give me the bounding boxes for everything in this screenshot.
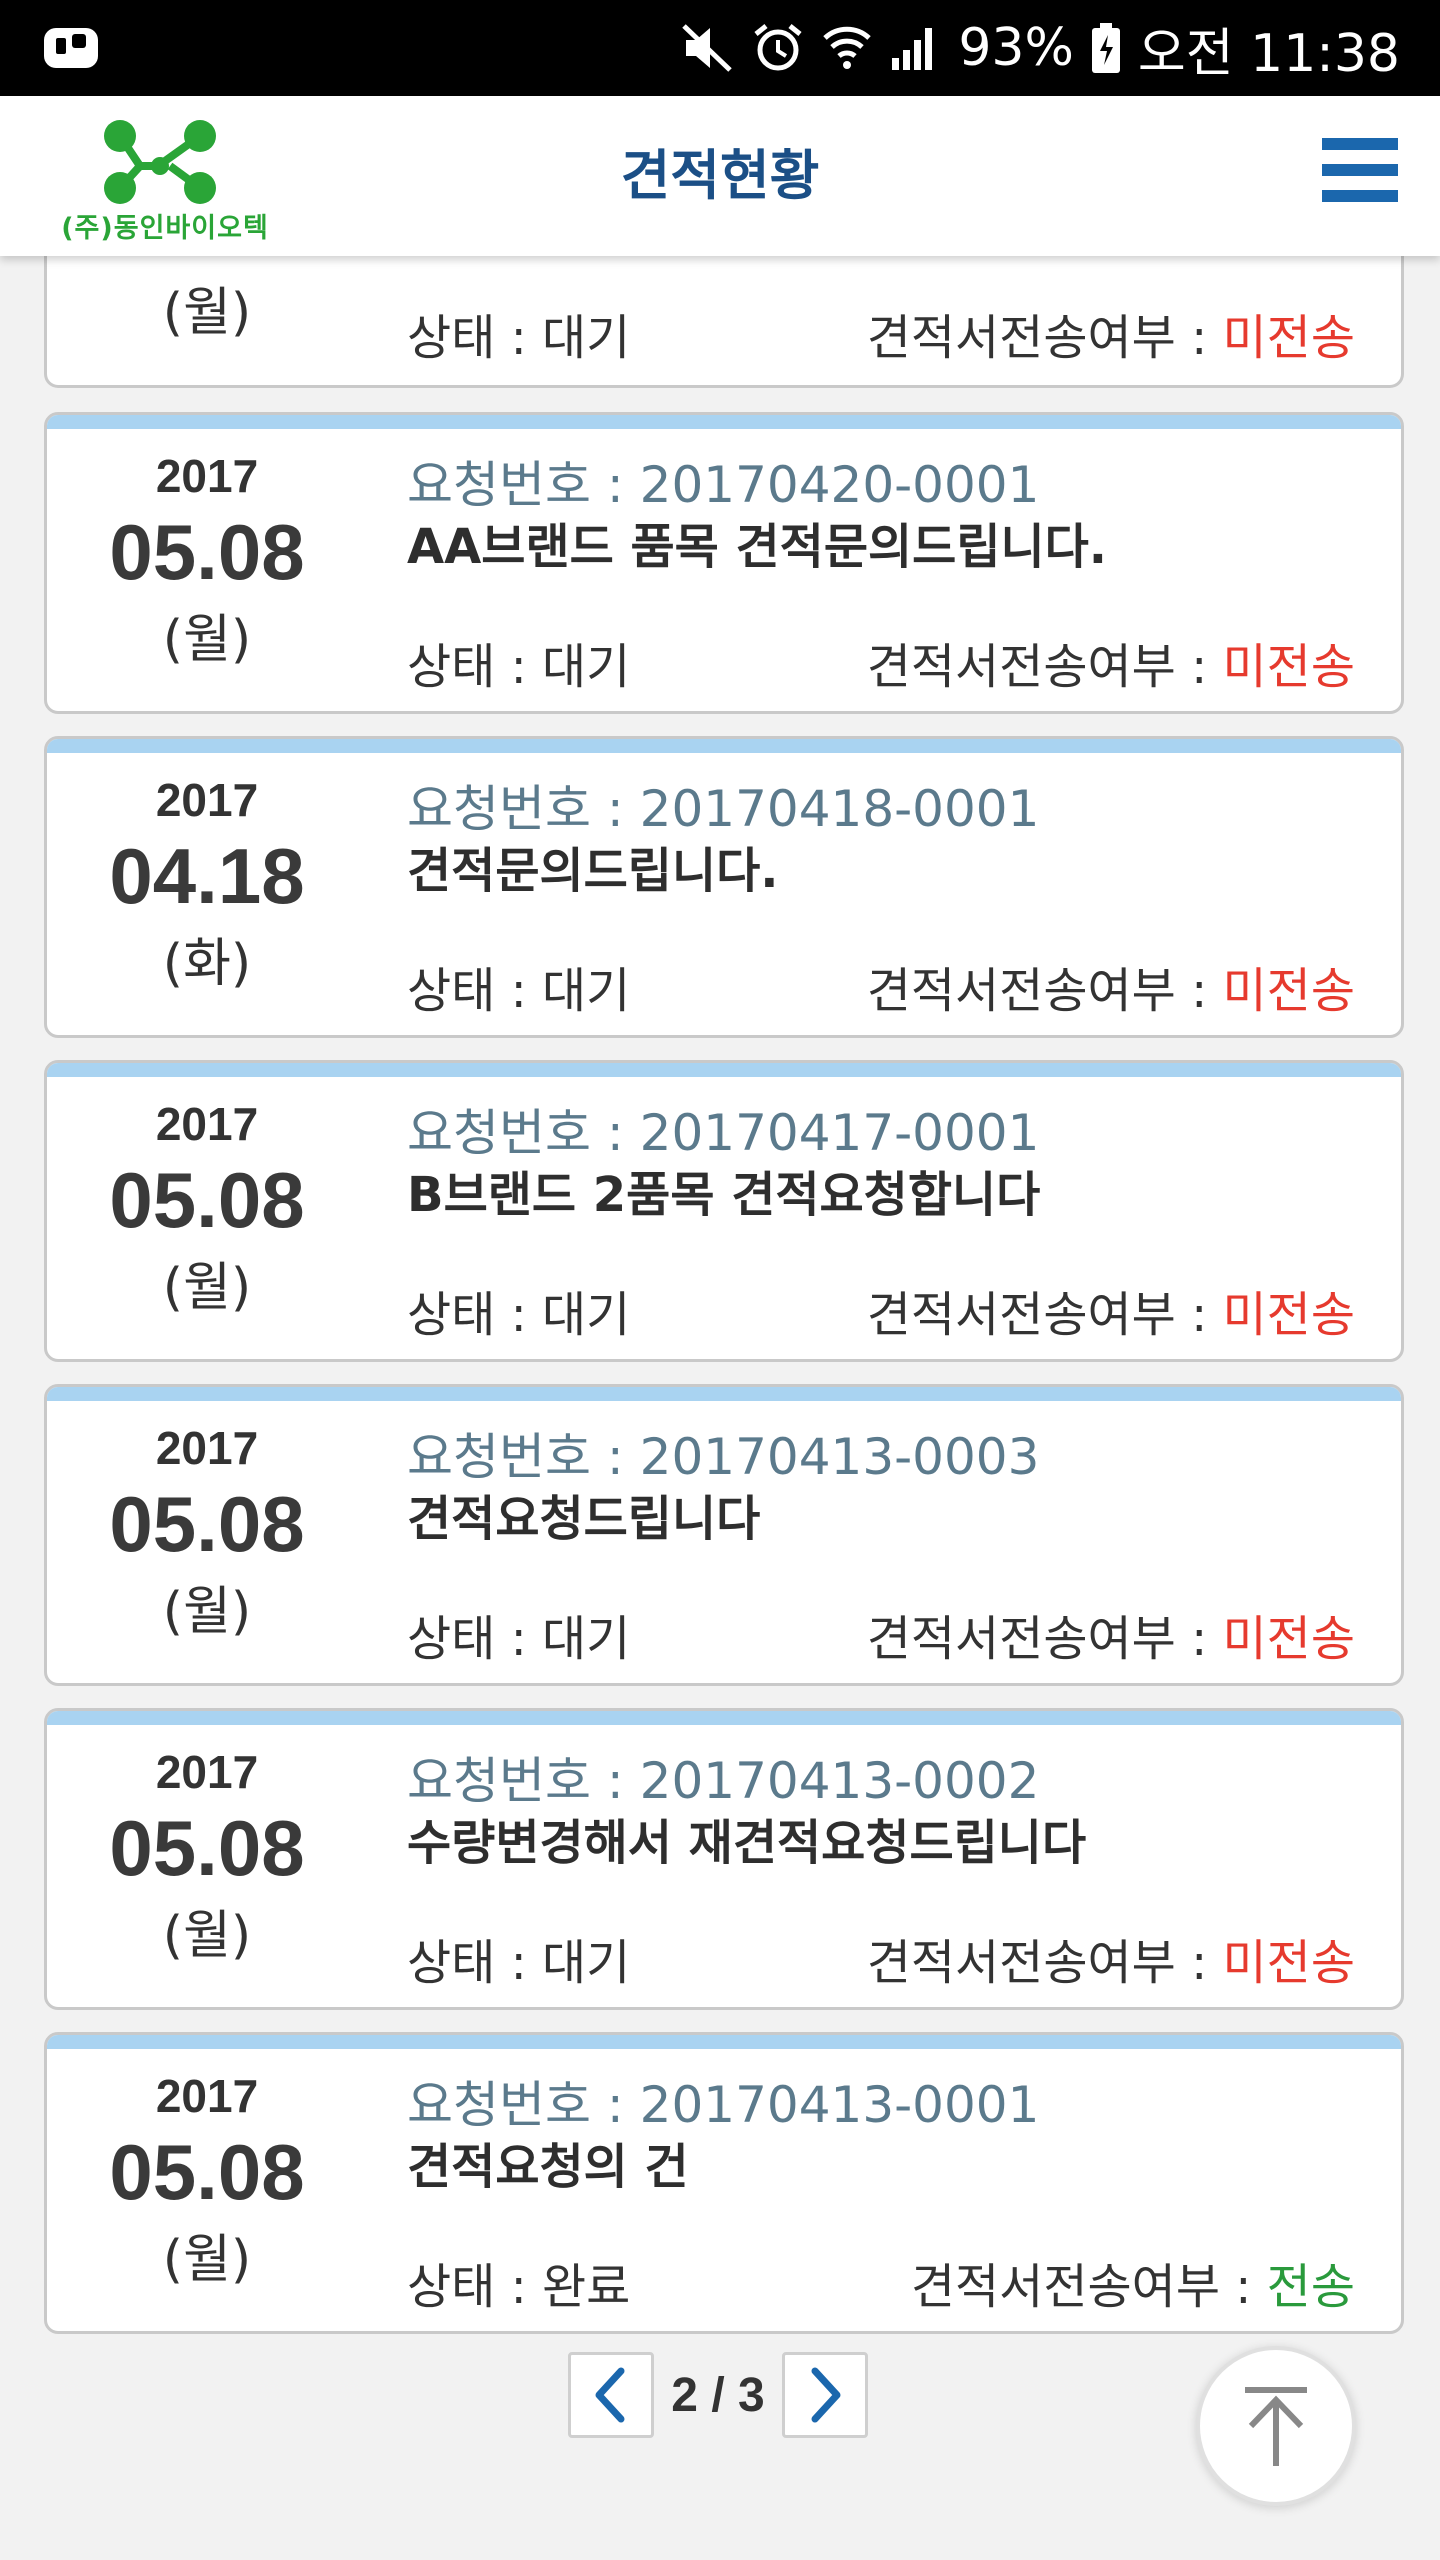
send-status-label: 견적서전송여부 :	[866, 1935, 1223, 1991]
date-month-day: 04.18	[109, 832, 305, 920]
date-year: 2017	[155, 1422, 259, 1474]
status-text: 상태 : 대기	[407, 1287, 631, 1343]
mute-icon	[682, 24, 733, 72]
send-status-value: 미전송	[1222, 310, 1355, 366]
hamburger-icon-bar	[1322, 190, 1398, 202]
send-status-label: 견적서전송여부 :	[866, 963, 1223, 1019]
quote-card[interactable]: 2017 05.08 (월) 요청번호 : 20170413-0003 견적요청…	[44, 1384, 1404, 1686]
date-year: 2017	[155, 2070, 259, 2122]
app-notification-icon	[44, 28, 98, 68]
scroll-top-button[interactable]	[1196, 2346, 1356, 2506]
next-page-button[interactable]	[782, 2352, 868, 2438]
signal-icon	[892, 28, 933, 70]
send-status-label: 견적서전송여부 :	[866, 310, 1223, 366]
send-status-label: 견적서전송여부 :	[910, 2259, 1267, 2315]
request-subject: 수량변경해서 재견적요청드립니다	[407, 1815, 1087, 1871]
scroll-top-icon	[1245, 2387, 1307, 2466]
send-status-value: 미전송	[1222, 1611, 1355, 1667]
send-status-value: 미전송	[1222, 1935, 1355, 1991]
hamburger-icon-bar	[1322, 164, 1398, 176]
status-text: 상태 : 대기	[407, 310, 631, 366]
battery-charging-icon	[1091, 23, 1120, 73]
date-day-of-week: (월)	[162, 1582, 252, 1642]
send-status-label: 견적서전송여부 :	[866, 639, 1223, 695]
hamburger-icon-bar	[1322, 138, 1398, 150]
card-accent-bar	[47, 415, 1401, 429]
alarm-icon	[754, 24, 802, 71]
request-subject: B브랜드 2품목 견적요청합니다	[407, 1167, 1041, 1223]
quote-card[interactable]: 2017 05.08 (월) 요청번호 : 20170417-0001 B브랜드…	[44, 1060, 1404, 1362]
send-status-value: 미전송	[1222, 963, 1355, 1019]
date-day-of-week: (월)	[162, 1258, 252, 1318]
card-accent-bar	[47, 1063, 1401, 1077]
battery-percent: 93%	[958, 18, 1074, 78]
status-icons: 93% 오전 11:38	[680, 0, 1400, 96]
request-subject: 견적요청의 건	[407, 2139, 689, 2195]
pagination: 2 / 3	[568, 2350, 868, 2440]
request-subject: 견적문의드립니다.	[407, 843, 779, 899]
send-status: 견적서전송여부 : 미전송	[867, 1599, 1355, 1669]
chevron-right-icon	[811, 2367, 841, 2423]
send-status-value: 미전송	[1222, 639, 1355, 695]
request-subject: 견적요청드립니다	[407, 1491, 761, 1547]
date-month-day: 05.08	[109, 2128, 305, 2216]
quote-card[interactable]: 2017 05.08 (월) 요청번호 : 20170413-0001 견적요청…	[44, 2032, 1404, 2334]
quote-card[interactable]: 2017 05.08 (월) 요청번호 : 20170420-0001 AA브랜…	[44, 412, 1404, 714]
send-status: 견적서전송여부 : 미전송	[867, 1275, 1355, 1345]
status-text: 상태 : 대기	[407, 963, 631, 1019]
date-day-of-week: (월)	[162, 2230, 252, 2290]
card-accent-bar	[47, 1711, 1401, 1725]
clock: 오전 11:38	[1137, 23, 1400, 84]
page-title: 견적현황	[620, 144, 820, 207]
date-day-of-week: (월)	[162, 610, 252, 670]
date-month-day: 05.08	[109, 1804, 305, 1892]
status-bar: 93% 오전 11:38	[0, 0, 1440, 96]
date-year: 2017	[155, 450, 259, 502]
send-status: 견적서전송여부 : 전송	[911, 2247, 1355, 2317]
chevron-left-icon	[595, 2367, 625, 2423]
quote-card[interactable]: 2017 04.18 (화) 요청번호 : 20170418-0001 견적문의…	[44, 736, 1404, 1038]
send-status: 견적서전송여부 : 미전송	[867, 951, 1355, 1021]
hamburger-menu-button[interactable]	[1322, 138, 1398, 212]
send-status: 견적서전송여부 : 미전송	[867, 1923, 1355, 1993]
date-year: 2017	[155, 774, 259, 826]
date-month-day: 05.08	[109, 508, 305, 596]
send-status-label: 견적서전송여부 :	[866, 1287, 1223, 1343]
prev-page-button[interactable]	[568, 2352, 654, 2438]
wifi-icon	[823, 26, 872, 69]
card-accent-bar	[47, 2035, 1401, 2049]
quote-card[interactable]: 2017 05.08 (월) 요청번호 : 20170413-0002 수량변경…	[44, 1708, 1404, 2010]
date-month-day: 05.08	[109, 1480, 305, 1568]
quote-card-partial[interactable]: (월) 상태 : 대기 견적서전송여부 : 미전송	[44, 256, 1404, 388]
send-status: 견적서전송여부 : 미전송	[867, 298, 1355, 368]
send-status-label: 견적서전송여부 :	[866, 1611, 1223, 1667]
date-day-of-week: (화)	[162, 934, 252, 994]
page-indicator: 2 / 3	[671, 2368, 765, 2422]
date-day-of-week: (월)	[162, 1906, 252, 1966]
date-day-of-week: (월)	[162, 283, 252, 343]
app-header: (주)동인바이오텍 견적현황	[0, 96, 1440, 256]
card-accent-bar	[47, 1387, 1401, 1401]
send-status-value: 전송	[1266, 2259, 1355, 2315]
send-status-value: 미전송	[1222, 1287, 1355, 1343]
send-status: 견적서전송여부 : 미전송	[867, 627, 1355, 697]
status-text: 상태 : 대기	[407, 1611, 631, 1667]
status-text: 상태 : 대기	[407, 1935, 631, 1991]
date-month-day: 05.08	[109, 1156, 305, 1244]
date-year: 2017	[155, 1098, 259, 1150]
card-accent-bar	[47, 739, 1401, 753]
status-text: 상태 : 완료	[407, 2259, 631, 2315]
request-subject: AA브랜드 품목 견적문의드립니다.	[407, 519, 1108, 575]
date-year: 2017	[155, 1746, 259, 1798]
status-text: 상태 : 대기	[407, 639, 631, 695]
